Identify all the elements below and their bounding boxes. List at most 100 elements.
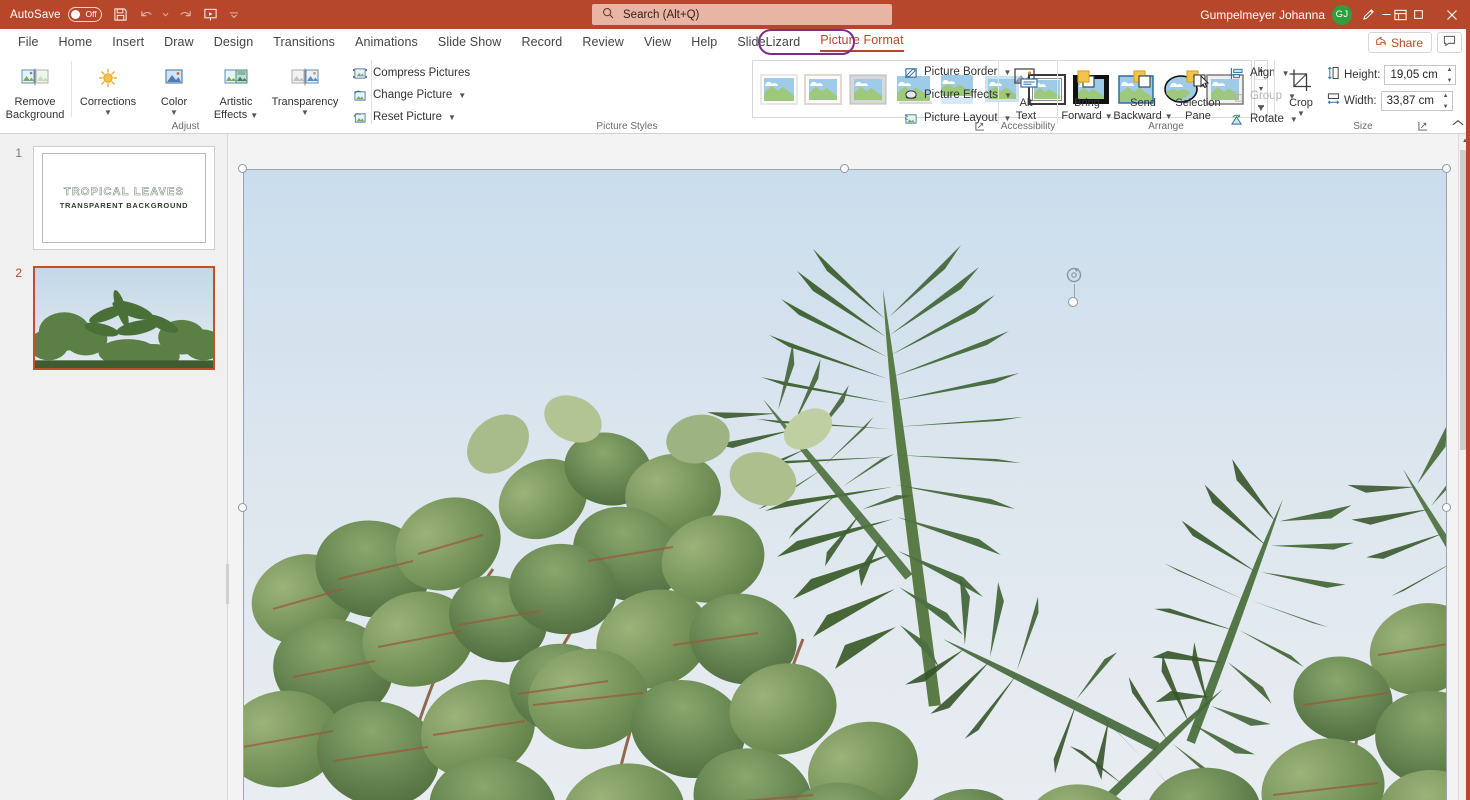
crop-button[interactable]: Crop ▼	[1281, 60, 1321, 118]
tab-record[interactable]: Record	[511, 31, 572, 54]
undo-icon[interactable]	[134, 3, 160, 27]
picture-style-thumbnail[interactable]	[846, 70, 890, 108]
slide-number: 1	[15, 146, 22, 160]
tab-slide-show[interactable]: Slide Show	[428, 31, 512, 54]
comments-button[interactable]	[1437, 32, 1462, 53]
height-input[interactable]: 19,05 cm ▲ ▼	[1384, 64, 1457, 85]
chevron-down-icon[interactable]: ▼	[170, 109, 178, 117]
slide-thumbnail-item-2[interactable]: 2	[6, 266, 215, 370]
slide-thumbnail-panel[interactable]: 1 TROPICAL LEAVES TRANSPARENT BACKGROUND…	[0, 134, 229, 800]
slide-1-subtitle: TRANSPARENT BACKGROUND	[59, 201, 189, 210]
tab-slidelizard[interactable]: SlideLizard	[727, 31, 810, 54]
share-label: Share	[1390, 35, 1423, 50]
undo-dropdown-icon[interactable]	[160, 3, 172, 27]
start-presentation-icon[interactable]	[198, 3, 224, 27]
crop-icon	[1288, 64, 1314, 96]
tab-transitions[interactable]: Transitions	[263, 31, 345, 54]
height-stepper[interactable]: ▲ ▼	[1446, 67, 1452, 84]
collapse-ribbon-button[interactable]	[1452, 119, 1464, 130]
tab-label: Design	[213, 35, 254, 49]
artistic-effects-icon	[222, 63, 250, 95]
selection-handle-middle-right[interactable]	[1442, 503, 1451, 512]
tab-home[interactable]: Home	[49, 31, 103, 54]
tab-animations[interactable]: Animations	[345, 31, 428, 54]
picture-effects-icon	[903, 87, 919, 103]
bring-forward-button[interactable]: Bring Forward ▼	[1060, 60, 1114, 122]
tab-file[interactable]: File	[8, 31, 49, 54]
chevron-down-icon[interactable]: ▼	[1105, 112, 1113, 121]
selection-handle-top-center-anchor[interactable]	[1068, 297, 1078, 307]
search-icon	[602, 7, 614, 22]
active-tab-underline	[820, 49, 904, 52]
autosave-toggle[interactable]: Off	[67, 7, 102, 22]
slide-thumbnail-1[interactable]: TROPICAL LEAVES TRANSPARENT BACKGROUND	[33, 146, 215, 250]
maximize-button[interactable]	[1402, 0, 1434, 29]
smallbutton-label: Picture Border	[924, 66, 998, 78]
selection-handle-top-right[interactable]	[1442, 164, 1451, 173]
avatar[interactable]: GJ	[1332, 4, 1352, 25]
picture-style-thumbnail[interactable]	[757, 70, 801, 108]
save-icon[interactable]	[108, 3, 134, 27]
chevron-down-icon[interactable]: ▼	[250, 111, 258, 120]
tab-label: View	[643, 35, 672, 49]
button-label-line1: Crop	[1289, 97, 1313, 109]
slide-2-preview-image	[35, 268, 213, 368]
color-button[interactable]: Color ▼	[141, 59, 207, 117]
button-label-line1: Corrections	[79, 96, 137, 108]
chevron-down-icon[interactable]: ▼	[104, 109, 112, 117]
width-stepper[interactable]: ▲ ▼	[1443, 93, 1449, 110]
close-button[interactable]	[1434, 0, 1470, 29]
remove-background-button[interactable]: Remove Background	[2, 59, 68, 121]
rotate-handle[interactable]	[1065, 266, 1083, 284]
alt-text-button[interactable]: Alt Text	[995, 60, 1057, 122]
redo-icon[interactable]	[172, 3, 198, 27]
color-icon	[161, 63, 187, 95]
selected-picture[interactable]	[243, 169, 1447, 800]
group-label-adjust: Adjust	[171, 121, 200, 132]
more-commands-icon[interactable]	[224, 3, 244, 27]
picture-styles-dialog-launcher[interactable]	[974, 120, 985, 131]
compress-pictures-icon	[352, 65, 368, 81]
send-backward-button[interactable]: Send Backward ▼	[1113, 60, 1173, 122]
transparency-button[interactable]: Transparency ▼	[265, 59, 345, 117]
button-label-line2: Effects	[213, 109, 248, 121]
tab-label: Insert	[112, 35, 145, 49]
minimize-button[interactable]	[1370, 0, 1402, 29]
ribbon-tab-strip: File Home Insert Draw Design Transitions…	[0, 29, 1470, 56]
tab-insert[interactable]: Insert	[102, 31, 154, 54]
ribbon-group-arrange: Bring Forward ▼ Send Backward ▼ Selectio…	[1058, 56, 1297, 134]
selection-pane-button[interactable]: Selection Pane	[1172, 60, 1224, 122]
selection-handle-middle-left[interactable]	[238, 503, 247, 512]
chevron-down-icon[interactable]: ▼	[1297, 110, 1305, 118]
selection-handle-top-center[interactable]	[840, 164, 849, 173]
share-button[interactable]: Share	[1367, 32, 1432, 53]
autosave-control[interactable]: AutoSave Off	[10, 7, 102, 22]
slide-surface[interactable]	[243, 169, 1447, 800]
tab-picture-format[interactable]: Picture Format	[810, 29, 913, 57]
tab-design[interactable]: Design	[204, 31, 264, 54]
tab-draw[interactable]: Draw	[154, 31, 204, 54]
slide-1-title: TROPICAL LEAVES	[63, 186, 185, 199]
selection-handle-top-left[interactable]	[238, 164, 247, 173]
picture-style-thumbnail[interactable]	[802, 70, 846, 108]
account-area[interactable]: Gumpelmeyer Johanna GJ	[1200, 0, 1352, 29]
artistic-effects-button[interactable]: Artistic Effects ▼	[207, 59, 265, 121]
button-label-line1: Color	[160, 96, 188, 108]
slide-canvas-area[interactable]	[229, 134, 1458, 800]
smallbutton-label: Align	[1250, 67, 1276, 79]
button-label-line1: Selection	[1175, 97, 1221, 109]
tab-review[interactable]: Review	[572, 31, 634, 54]
slide-thumbnail-item-1[interactable]: 1 TROPICAL LEAVES TRANSPARENT BACKGROUND	[6, 146, 215, 250]
chevron-down-icon[interactable]: ▼	[301, 109, 309, 117]
button-label-line2: Background	[5, 109, 65, 121]
search-box[interactable]: Search (Alt+Q)	[592, 4, 892, 25]
height-label: Height:	[1344, 68, 1381, 81]
tab-help[interactable]: Help	[681, 31, 727, 54]
width-input[interactable]: 33,87 cm ▲ ▼	[1380, 90, 1453, 111]
tab-view[interactable]: View	[634, 31, 681, 54]
corrections-button[interactable]: Corrections ▼	[75, 59, 141, 117]
tab-label: File	[18, 35, 39, 49]
button-label-line1: Bring	[1074, 97, 1100, 109]
slide-thumbnail-2[interactable]	[33, 266, 215, 370]
change-picture-icon	[352, 87, 368, 103]
